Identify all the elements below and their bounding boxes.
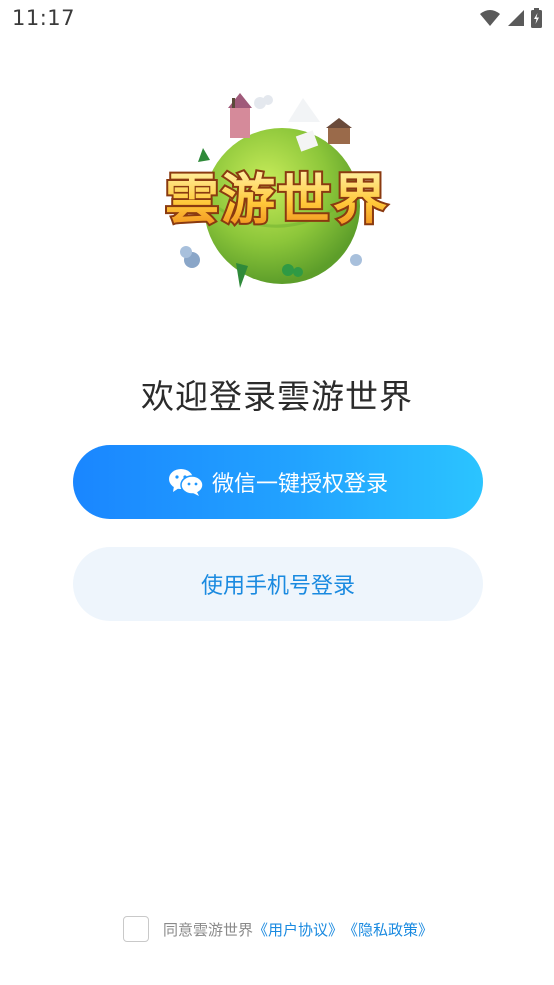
- agreement-checkbox[interactable]: [123, 916, 149, 942]
- agreement-prefix: 同意雲游世界: [163, 920, 254, 939]
- cell-signal-icon: [507, 9, 525, 27]
- welcome-title: 欢迎登录雲游世界: [141, 377, 413, 416]
- phone-login-label: 使用手机号登录: [200, 574, 355, 599]
- wechat-icon: [168, 468, 204, 496]
- status-time: 11:17: [12, 6, 76, 30]
- battery-charging-icon: [531, 8, 542, 28]
- agreement-row: 同意雲游世界 《用户协议》 《隐私政策》: [123, 916, 433, 942]
- wifi-icon: [479, 9, 501, 27]
- status-bar: 11:17: [0, 0, 554, 38]
- wechat-login-button[interactable]: 微信一键授权登录: [73, 445, 483, 519]
- app-logo: 雲游世界: [148, 88, 406, 293]
- privacy-policy-link[interactable]: 《隐私政策》: [343, 919, 433, 940]
- logo-text: 雲游世界: [165, 168, 389, 231]
- wechat-login-label: 微信一键授权登录: [211, 472, 388, 497]
- user-agreement-link[interactable]: 《用户协议》: [253, 919, 343, 940]
- status-icons: [479, 8, 542, 28]
- phone-login-button[interactable]: 使用手机号登录: [73, 547, 483, 621]
